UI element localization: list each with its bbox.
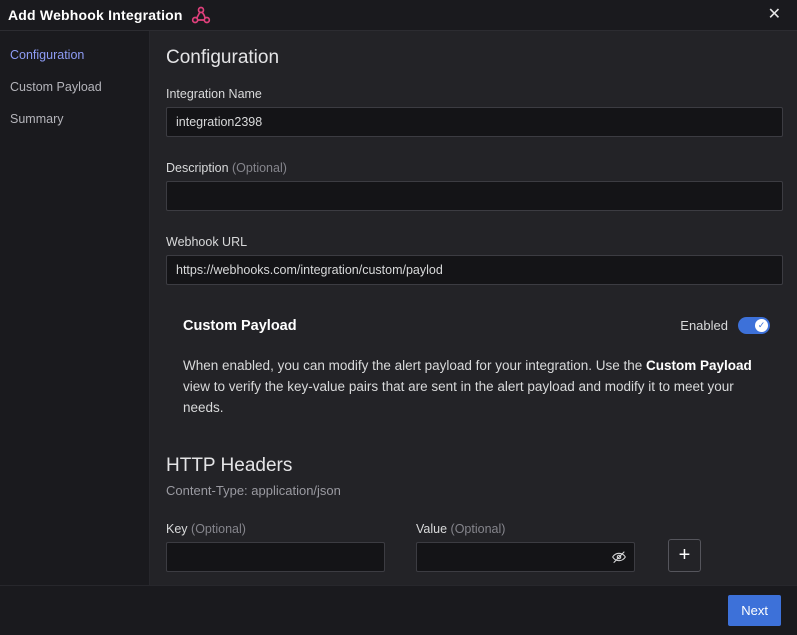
custom-payload-description: When enabled, you can modify the alert p…: [183, 356, 770, 419]
content-type-text: Content-Type: application/json: [166, 482, 341, 498]
webhook-url-field-group: Webhook URL: [166, 235, 783, 285]
add-webhook-integration-modal: Add Webhook Integration ✕ Configuration …: [0, 0, 797, 635]
add-header-button[interactable]: +: [668, 538, 701, 572]
description-field-group: Description (Optional): [166, 161, 783, 211]
description-optional-tag: (Optional): [232, 161, 287, 175]
http-headers-title: HTTP Headers: [166, 454, 293, 476]
sidebar-item-summary[interactable]: Summary: [0, 103, 149, 135]
description-label-text: Description: [166, 161, 229, 175]
header-value-input[interactable]: [416, 541, 635, 572]
webhook-url-label: Webhook URL: [166, 235, 248, 249]
sidebar: Configuration Custom Payload Summary: [0, 31, 150, 585]
modal-body: Configuration Custom Payload Summary Con…: [0, 31, 797, 585]
webhook-icon: [191, 5, 211, 25]
description-text-part: view to verify the key-value pairs that …: [183, 378, 734, 415]
webhook-url-input[interactable]: [166, 255, 783, 285]
configuration-panel: Configuration Integration Name Descripti…: [150, 31, 797, 585]
custom-payload-header: Custom Payload Enabled ✓: [183, 317, 770, 334]
description-label: Description (Optional): [166, 161, 783, 175]
custom-payload-title: Custom Payload: [183, 317, 297, 334]
description-input[interactable]: [166, 181, 783, 211]
integration-name-input[interactable]: [166, 107, 783, 137]
toggle-check-icon: ✓: [755, 319, 768, 332]
header-key-group: Key (Optional): [166, 522, 385, 572]
http-headers-section: HTTP Headers Content-Type: application/j…: [166, 455, 783, 572]
custom-payload-status-label: Enabled: [680, 318, 728, 333]
custom-payload-section: Custom Payload Enabled ✓ When enabled, y…: [166, 309, 783, 419]
integration-name-label: Integration Name: [166, 87, 262, 101]
integration-name-field-group: Integration Name: [166, 87, 783, 137]
description-text-bold: Custom Payload: [646, 358, 752, 373]
sidebar-item-custom-payload[interactable]: Custom Payload: [0, 71, 149, 103]
header-key-label: Key (Optional): [166, 522, 385, 536]
header-value-label: Value (Optional): [416, 522, 635, 536]
page-title: Configuration: [166, 47, 280, 68]
header-value-optional-tag: (Optional): [450, 521, 506, 536]
header-value-group: Value (Optional): [416, 522, 635, 572]
next-button[interactable]: Next: [728, 595, 781, 626]
custom-payload-toggle[interactable]: ✓: [738, 317, 770, 334]
modal-header: Add Webhook Integration ✕: [0, 0, 797, 31]
sidebar-item-configuration[interactable]: Configuration: [0, 39, 149, 71]
close-icon[interactable]: ✕: [764, 5, 785, 25]
header-key-optional-tag: (Optional): [191, 521, 246, 536]
eye-slash-icon[interactable]: [609, 547, 629, 567]
modal-footer: Next: [0, 585, 797, 635]
header-key-label-text: Key: [166, 521, 188, 536]
modal-title: Add Webhook Integration: [8, 7, 183, 23]
header-value-input-wrap: [416, 541, 635, 572]
http-header-row: Key (Optional) Value (Optional) +: [166, 522, 783, 572]
header-key-input[interactable]: [166, 541, 385, 572]
header-value-label-text: Value: [416, 521, 448, 536]
description-text-part: When enabled, you can modify the alert p…: [183, 358, 647, 373]
